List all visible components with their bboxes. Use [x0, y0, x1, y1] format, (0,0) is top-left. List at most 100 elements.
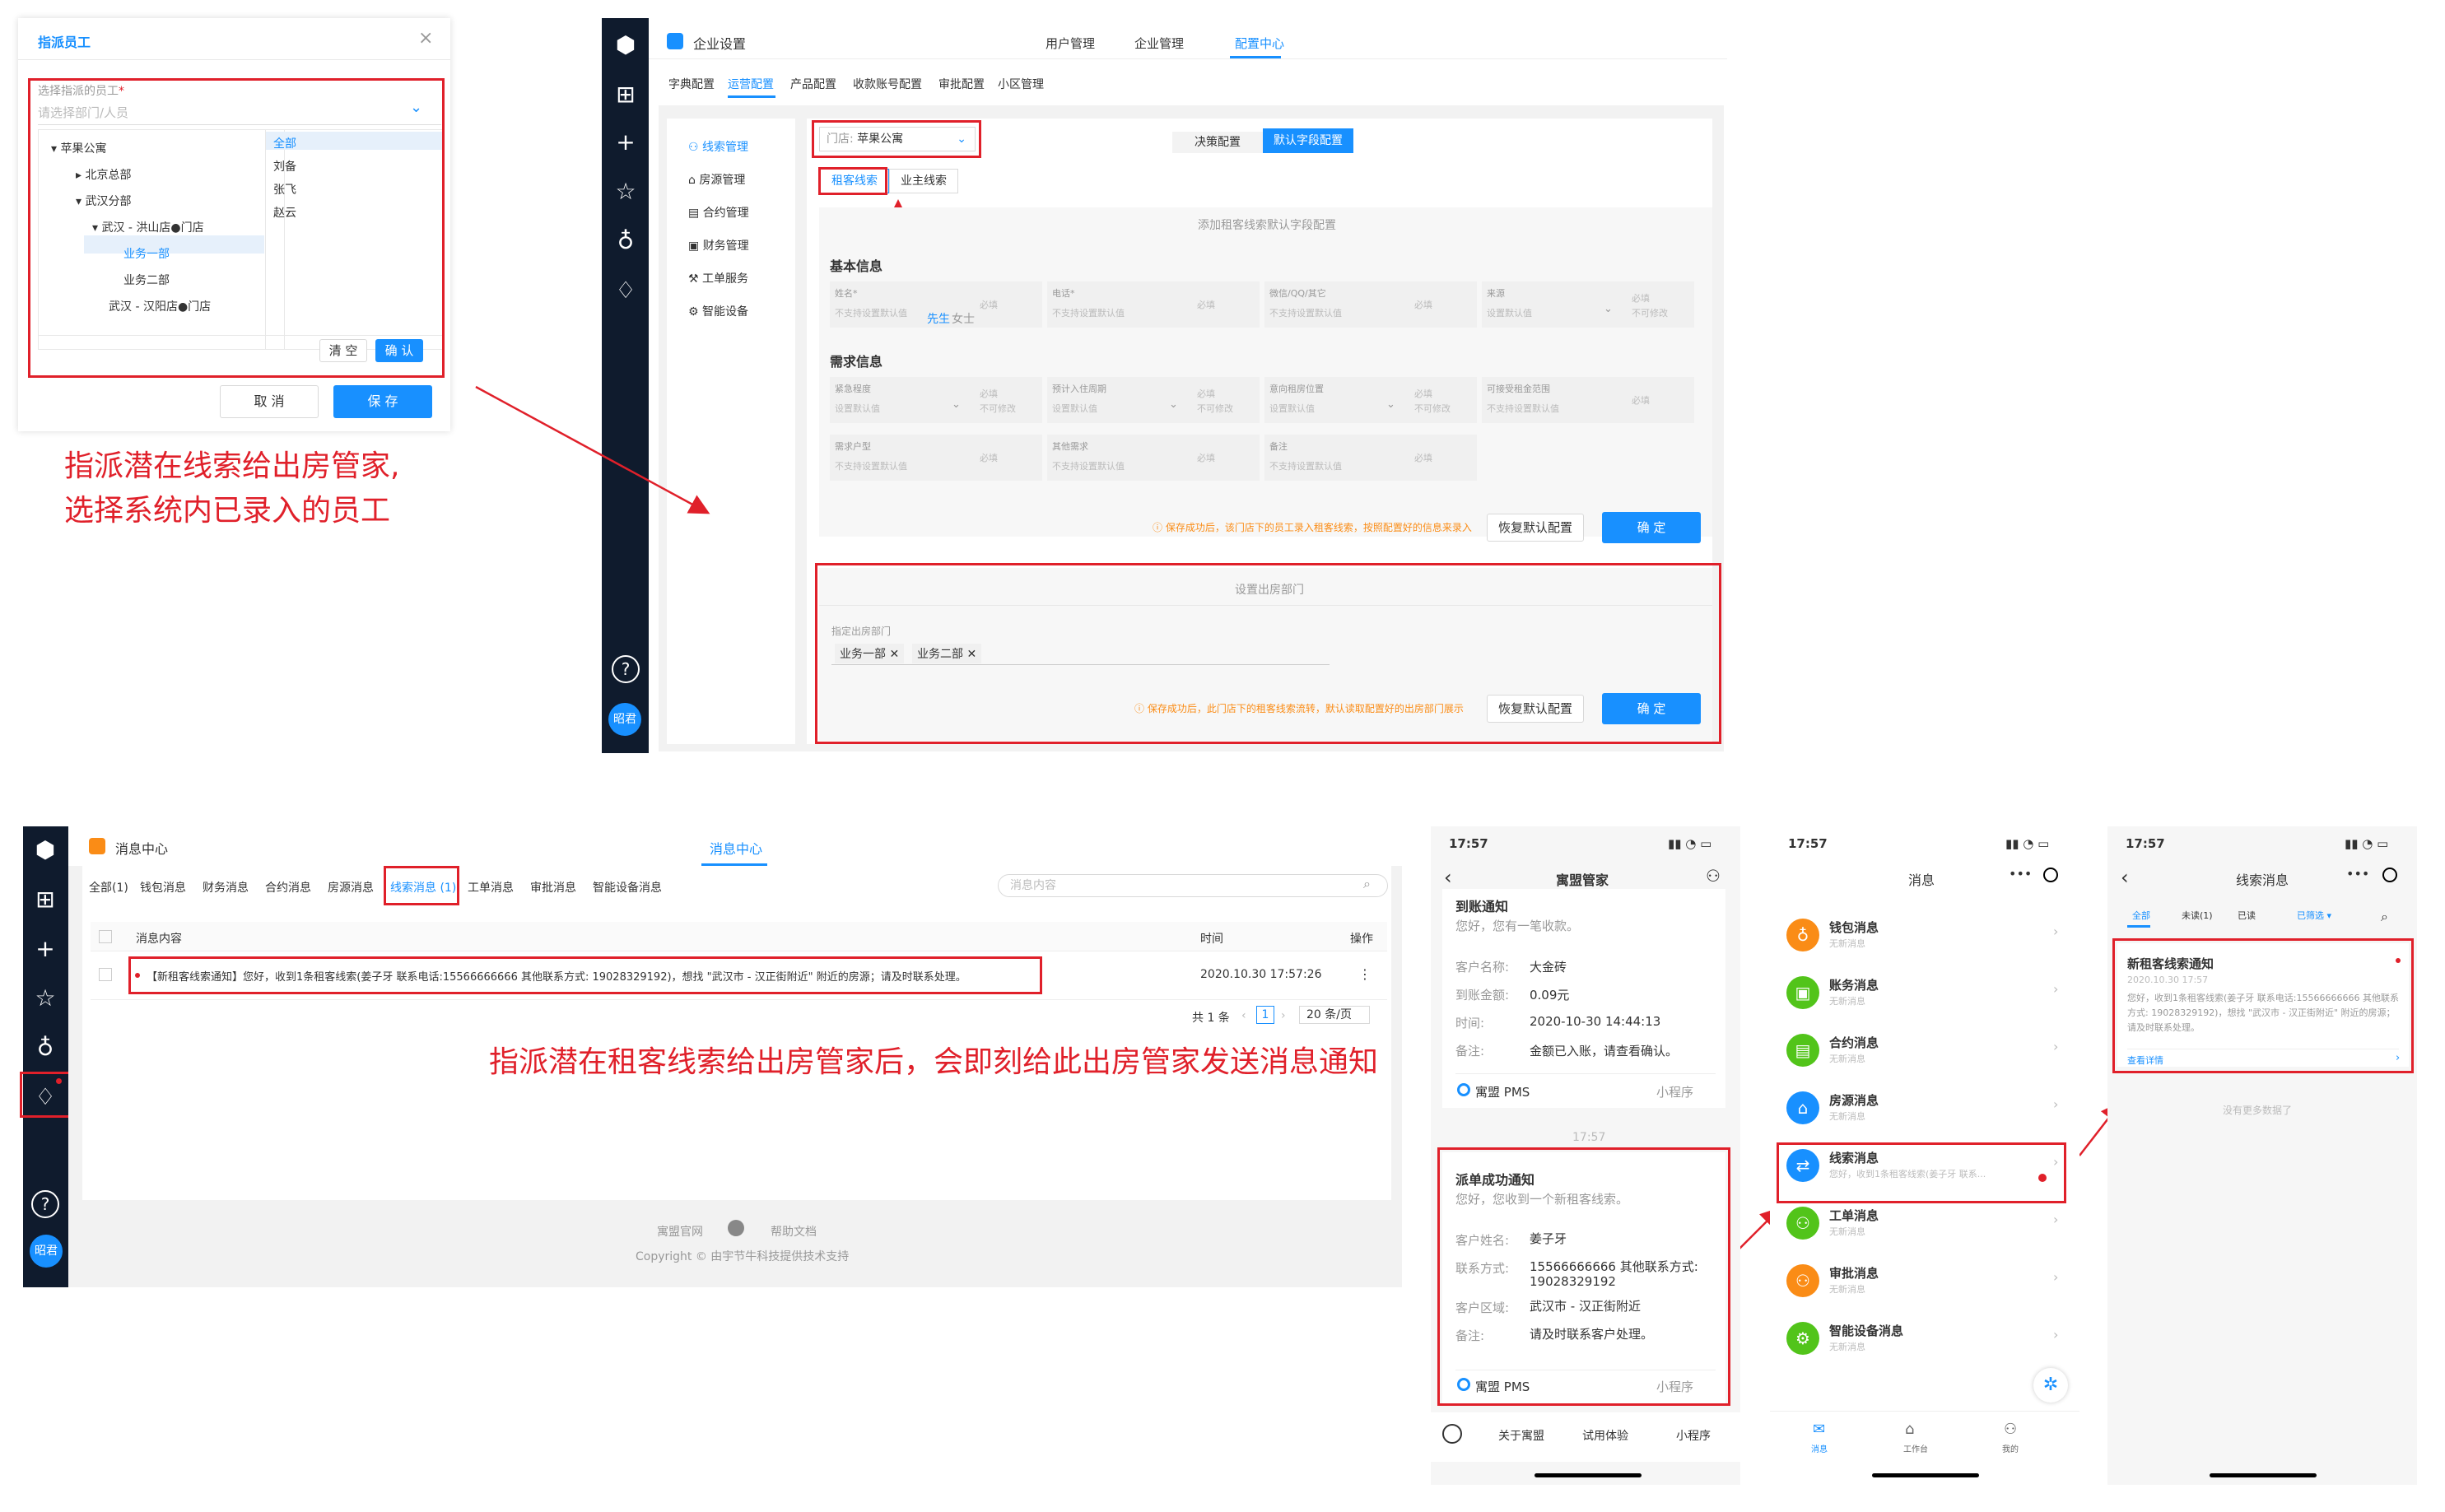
message-type-icon: ⚇: [1786, 1207, 1819, 1240]
avatar[interactable]: 昭君: [30, 1235, 63, 1268]
annotation-notify: 指派潜在租客线索给出房管家后，会即刻给此出房管家发送消息通知: [489, 1045, 1379, 1079]
more-dots-icon[interactable]: •••: [2346, 866, 2369, 882]
back-icon[interactable]: ‹: [1444, 866, 1452, 889]
plus-icon[interactable]: +: [31, 935, 59, 963]
tab-message-center[interactable]: 消息中心: [710, 838, 762, 858]
message-type-name[interactable]: 钱包消息: [1829, 919, 1879, 936]
message-type-name[interactable]: 智能设备消息: [1829, 1322, 1903, 1339]
msg-filter[interactable]: 房源消息: [328, 879, 374, 896]
brand-icon: [1457, 1083, 1470, 1096]
message-type-name[interactable]: 合约消息: [1829, 1034, 1879, 1051]
nav-label[interactable]: 工作台: [1903, 1442, 1928, 1454]
highlight-dispatch-notice: [1437, 1147, 1730, 1406]
message-type-name[interactable]: 工单消息: [1829, 1207, 1879, 1224]
star-icon[interactable]: ☆: [31, 984, 59, 1012]
msg-filter[interactable]: 钱包消息: [140, 879, 186, 896]
msg-filter[interactable]: 工单消息: [468, 879, 514, 896]
back-icon[interactable]: ‹: [2121, 866, 2129, 889]
msg-filter[interactable]: 智能设备消息: [593, 879, 662, 896]
message-type-sub: 无新消息: [1829, 996, 1865, 1007]
home-indicator: [2210, 1473, 2317, 1477]
msg-filter[interactable]: 财务消息: [203, 879, 249, 896]
col-action: 操作: [1350, 933, 1373, 946]
footer-link-help[interactable]: 帮助文档: [771, 1223, 817, 1240]
chevron-right-icon[interactable]: ›: [2053, 981, 2058, 997]
signal-icons: ▮▮ ◔ ▭: [2345, 836, 2389, 851]
table-header: [91, 922, 1387, 951]
chevron-right-icon[interactable]: ›: [2053, 1269, 2058, 1285]
clue-tab[interactable]: 已筛选 ▾: [2297, 909, 2331, 922]
keyboard-icon[interactable]: [1442, 1424, 1462, 1444]
pager-prev[interactable]: ‹: [1241, 1009, 1246, 1022]
msg-filter[interactable]: 审批消息: [530, 879, 576, 896]
row-value: 2020-10-30 14:44:13: [1530, 1014, 1661, 1029]
footer-copyright: Copyright © 由宇节牛科技提供技术支持: [636, 1250, 850, 1263]
message-type-sub: 无新消息: [1829, 1342, 1865, 1352]
message-type-icon: ⌂: [1786, 1091, 1819, 1124]
message-type-sub: 无新消息: [1829, 1111, 1865, 1122]
bag-icon[interactable]: ♁: [31, 1034, 59, 1062]
message-type-sub: 无新消息: [1829, 938, 1865, 949]
row-label: 时间:: [1455, 1016, 1485, 1030]
menu-mini[interactable]: 小程序: [1676, 1427, 1711, 1444]
highlight-message-row: [128, 956, 1042, 994]
signal-icons: ▮▮ ◔ ▭: [2005, 836, 2050, 851]
clue-tab[interactable]: 全部: [2132, 909, 2150, 922]
home-indicator: [1872, 1473, 1979, 1477]
chevron-right-icon[interactable]: ›: [2053, 1327, 2058, 1342]
message-type-name[interactable]: 房源消息: [1829, 1091, 1879, 1109]
clue-tab[interactable]: 未读(1): [2182, 909, 2213, 922]
nav-icon[interactable]: ✉: [1813, 1421, 1825, 1438]
target-icon[interactable]: [2382, 868, 2397, 882]
grid-icon[interactable]: ⊞: [31, 886, 59, 914]
menu-about[interactable]: 关于寓盟: [1498, 1427, 1544, 1444]
pager-size[interactable]: 20 条/页: [1299, 1006, 1370, 1024]
footer-link-site[interactable]: 寓盟官网: [657, 1223, 703, 1240]
target-icon[interactable]: [2043, 868, 2058, 882]
message-type-icon: ▣: [1786, 976, 1819, 1009]
row-label: 客户名称:: [1455, 960, 1510, 975]
row-more-icon[interactable]: ⋮: [1358, 966, 1372, 982]
row-value: 0.09元: [1530, 988, 1570, 1003]
search-icon[interactable]: ⌕: [2381, 909, 2388, 925]
nav-label[interactable]: 消息: [1811, 1442, 1828, 1454]
help-icon[interactable]: ?: [31, 1190, 59, 1218]
chevron-right-icon[interactable]: ›: [2053, 923, 2058, 939]
profile-icon[interactable]: ⚇: [1706, 866, 1721, 886]
menu-trial[interactable]: 试用体验: [1582, 1427, 1628, 1444]
col-time: 时间: [1200, 933, 1223, 946]
message-type-name[interactable]: 账务消息: [1829, 976, 1879, 993]
status-time: 17:57: [1449, 836, 1488, 851]
chevron-right-icon[interactable]: ›: [2053, 1096, 2058, 1112]
msg-search-input[interactable]: 消息内容: [998, 874, 1388, 897]
no-more-data: 没有更多数据了: [2223, 1105, 2293, 1116]
status-time: 17:57: [1788, 836, 1828, 851]
msg-content: [82, 866, 1391, 1200]
pager-next[interactable]: ›: [1281, 1009, 1286, 1022]
nav-label[interactable]: 我的: [2002, 1442, 2019, 1454]
search-icon[interactable]: ⌕: [1363, 876, 1371, 892]
nav-icon[interactable]: ⌂: [1905, 1421, 1914, 1438]
highlight-bell: [20, 1072, 71, 1118]
phone-clue-messages: [2107, 826, 2417, 1485]
header-checkbox[interactable]: [99, 930, 112, 943]
pager-total: 共 1 条: [1192, 1012, 1230, 1025]
msg-filter[interactable]: 合约消息: [265, 879, 311, 896]
message-type-sub: 无新消息: [1829, 1054, 1865, 1064]
brand-pms[interactable]: 寓盟 PMS: [1475, 1083, 1530, 1100]
row-label: 到账金额:: [1455, 988, 1510, 1003]
clue-tab[interactable]: 已读: [2238, 909, 2256, 922]
col-content: 消息内容: [136, 933, 182, 946]
chevron-right-icon[interactable]: ›: [2053, 1212, 2058, 1227]
msg-filter[interactable]: 全部(1): [89, 879, 128, 896]
row-checkbox[interactable]: [99, 968, 112, 981]
chevron-right-icon[interactable]: ›: [2053, 1039, 2058, 1054]
settings-fab[interactable]: ✲: [2033, 1368, 2068, 1403]
pager-current[interactable]: 1: [1256, 1006, 1274, 1024]
nav-icon[interactable]: ⚇: [2004, 1421, 2017, 1438]
mini-program-link[interactable]: 小程序: [1656, 1083, 1693, 1100]
message-type-name[interactable]: 审批消息: [1829, 1264, 1879, 1282]
more-dots-icon[interactable]: •••: [2009, 866, 2032, 882]
phone2-title: 消息: [1908, 872, 1935, 888]
phone3-title: 线索消息: [2236, 872, 2289, 888]
